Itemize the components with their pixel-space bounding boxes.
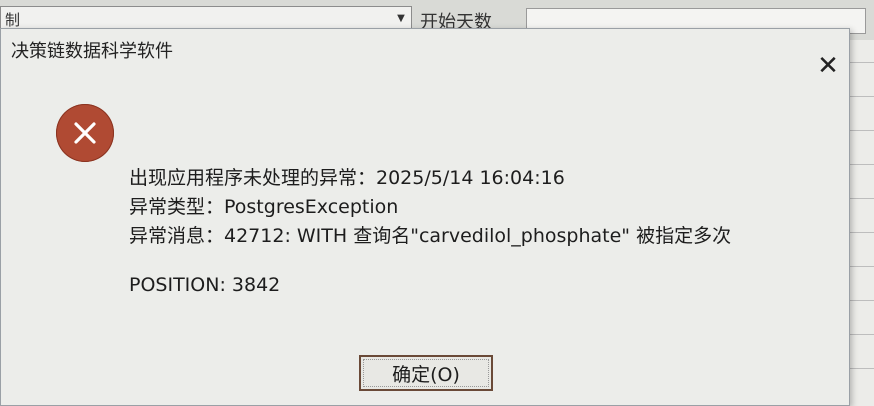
close-button[interactable]: ✕ bbox=[813, 51, 843, 81]
ok-button[interactable]: 确定(O) bbox=[359, 355, 493, 391]
exception-message-text: 异常消息：42712: WITH 查询名"carvedilol_phosphat… bbox=[129, 225, 732, 247]
exception-type-text: 异常类型：PostgresException bbox=[129, 196, 399, 218]
chevron-down-icon[interactable]: ▼ bbox=[394, 11, 408, 27]
exception-position-text: POSITION: 3842 bbox=[129, 274, 281, 296]
dialog-title-bar[interactable]: 决策链数据科学软件 bbox=[1, 29, 849, 63]
dialog-title: 决策链数据科学软件 bbox=[11, 41, 173, 62]
exception-time-text: 出现应用程序未处理的异常：2025/5/14 16:04:16 bbox=[129, 167, 565, 189]
background-grid bbox=[846, 40, 874, 406]
close-icon: ✕ bbox=[817, 51, 839, 81]
background-combobox-text: 制 bbox=[5, 11, 21, 29]
error-dialog: 决策链数据科学软件 ✕ 出现应用程序未处理的异常：2025/5/14 16:04… bbox=[0, 28, 850, 406]
error-x-icon bbox=[56, 104, 114, 162]
